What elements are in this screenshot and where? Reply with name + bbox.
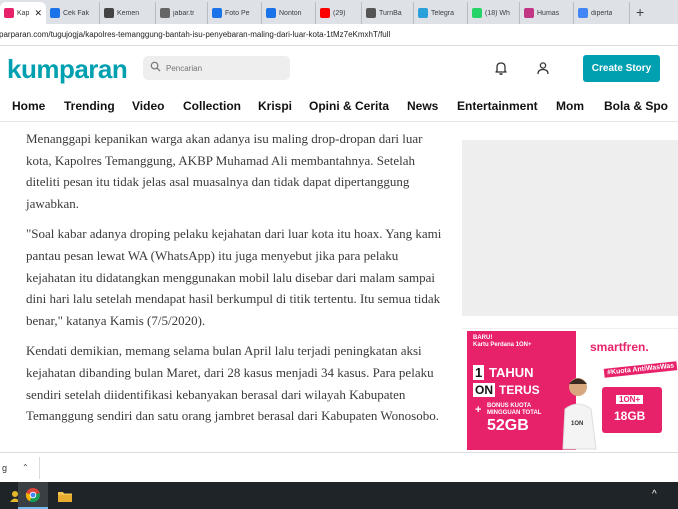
globe-icon <box>160 8 170 18</box>
ad-text: TERUS <box>499 383 540 397</box>
settings-icon <box>366 8 376 18</box>
ad-text: Kartu Perdana 1ON+ <box>473 342 532 348</box>
nav-item[interactable]: Video <box>132 99 164 113</box>
site-header: kumparan Create Story <box>0 46 678 92</box>
user-profile-icon[interactable] <box>535 60 551 81</box>
article-body: Menanggapi kepanikan warga akan adanya i… <box>26 128 446 436</box>
address-bar[interactable]: parparan.com/tugujogja/kapolres-temanggu… <box>0 24 678 46</box>
whatsapp-icon <box>472 8 482 18</box>
close-tab-icon[interactable]: ✕ <box>34 8 42 19</box>
browser-tab[interactable]: Cek Fak <box>46 2 100 24</box>
ad-person-illustration: 1ON <box>562 378 597 450</box>
ad-text: BONUS KUOTA <box>487 403 532 409</box>
ad-text: 1 <box>473 365 485 380</box>
browser-tab-label: (18) Wh <box>485 9 510 17</box>
browser-tab[interactable]: diperta <box>574 2 630 24</box>
download-item-label: g <box>2 463 8 473</box>
browser-tab-label: Foto Pe <box>225 9 250 17</box>
article-paragraph: "Soal kabar adanya droping pelaku kejaha… <box>26 226 442 328</box>
windows-taskbar: ^ <box>0 482 678 509</box>
browser-tab-label: Nonton <box>279 9 302 17</box>
instagram-icon <box>524 8 534 18</box>
browser-tab[interactable]: Telegra <box>414 2 468 24</box>
search-box[interactable] <box>143 56 290 80</box>
browser-tab-label: Kemen <box>117 9 140 17</box>
file-explorer-icon[interactable] <box>50 482 80 509</box>
telegram-icon <box>418 8 428 18</box>
kumparan-icon <box>4 8 14 18</box>
article-paragraph: Kendati demikian, memang selama bulan Ap… <box>26 343 439 424</box>
article-paragraph: Menanggapi kepanikan warga akan adanya i… <box>26 131 423 211</box>
tray-expand-icon[interactable]: ^ <box>652 489 657 500</box>
create-story-button[interactable]: Create Story <box>583 55 660 82</box>
nav-item[interactable]: Home <box>12 99 45 113</box>
browser-tab-label: Humas <box>537 9 560 17</box>
ad-text: 52GB <box>487 417 529 434</box>
nav-item[interactable]: News <box>407 99 438 113</box>
browser-tab[interactable]: (18) Wh <box>468 2 520 24</box>
ad-text: BARU! <box>473 335 493 341</box>
nav-item[interactable]: Krispi <box>258 99 292 113</box>
globe-icon <box>104 8 114 18</box>
nav-item[interactable]: Collection <box>183 99 241 113</box>
nav-item[interactable]: Bola & Spo <box>604 99 668 113</box>
nav-item[interactable]: Mom <box>556 99 584 113</box>
browser-tab-label: Kap <box>17 9 30 17</box>
browser-tab-label: TurnBa <box>379 9 402 17</box>
ad-simcard: 1ON+ 18GB <box>602 387 662 433</box>
download-bar: g ⌃ <box>0 452 678 482</box>
browser-tab-label: jabar.tr <box>173 9 195 17</box>
ad-placeholder[interactable] <box>462 140 678 316</box>
search-input[interactable] <box>166 63 276 73</box>
browser-tab[interactable]: Foto Pe <box>208 2 262 24</box>
ad-text: 18GB <box>614 409 646 423</box>
download-item[interactable]: g ⌃ <box>0 457 40 479</box>
ad-text: + <box>475 404 482 416</box>
svg-text:1ON: 1ON <box>571 421 583 427</box>
new-tab-button[interactable]: + <box>630 2 650 24</box>
chevron-up-icon[interactable]: ⌃ <box>22 457 29 479</box>
browser-tab-label: (29) <box>333 9 346 17</box>
ad-brand: smartfren. <box>590 340 649 354</box>
site-icon <box>50 8 60 18</box>
url-text[interactable]: parparan.com/tugujogja/kapolres-temanggu… <box>0 30 390 39</box>
browser-tab[interactable]: (29) <box>316 2 362 24</box>
browser-tab-label: Telegra <box>431 9 454 17</box>
search-icon <box>150 59 161 77</box>
ad-text: TAHUN <box>489 365 534 380</box>
browser-tab[interactable]: Humas <box>520 2 574 24</box>
google-icon <box>578 8 588 18</box>
browser-tab[interactable]: TurnBa <box>362 2 414 24</box>
youtube-icon <box>320 8 330 18</box>
play-icon <box>266 8 276 18</box>
kumparan-logo[interactable]: kumparan <box>7 54 128 84</box>
browser-tab-label: Cek Fak <box>63 9 90 17</box>
ad-text: 1ON+ <box>616 395 644 404</box>
site-icon <box>212 8 222 18</box>
nav-item[interactable]: Opini & Cerita <box>309 99 389 113</box>
smartfren-ad-banner[interactable]: BARU! Kartu Perdana 1ON+ 1 TAHUN ON TERU… <box>462 328 678 450</box>
nav-item[interactable]: Trending <box>64 99 115 113</box>
ad-text: MINGGUAN TOTAL <box>487 410 542 416</box>
browser-tab[interactable]: Nonton <box>262 2 316 24</box>
notification-bell-icon[interactable] <box>493 60 509 81</box>
browser-tab-strip: Kap ✕ Cek Fak Kemen jabar.tr Foto Pe Nonton (29… <box>0 0 678 24</box>
browser-tab[interactable]: jabar.tr <box>156 2 208 24</box>
ad-tag: #Kuota AntiWasWas <box>603 361 678 378</box>
browser-tab[interactable]: Kemen <box>100 2 156 24</box>
chrome-icon[interactable] <box>18 482 48 509</box>
browser-tab-label: diperta <box>591 9 613 17</box>
nav-item[interactable]: Entertainment <box>457 99 538 113</box>
browser-tab[interactable]: Kap ✕ <box>0 2 46 24</box>
ad-text: ON <box>473 383 495 397</box>
category-nav: Home Trending Video Collection Krispi Opini &… <box>0 92 678 122</box>
